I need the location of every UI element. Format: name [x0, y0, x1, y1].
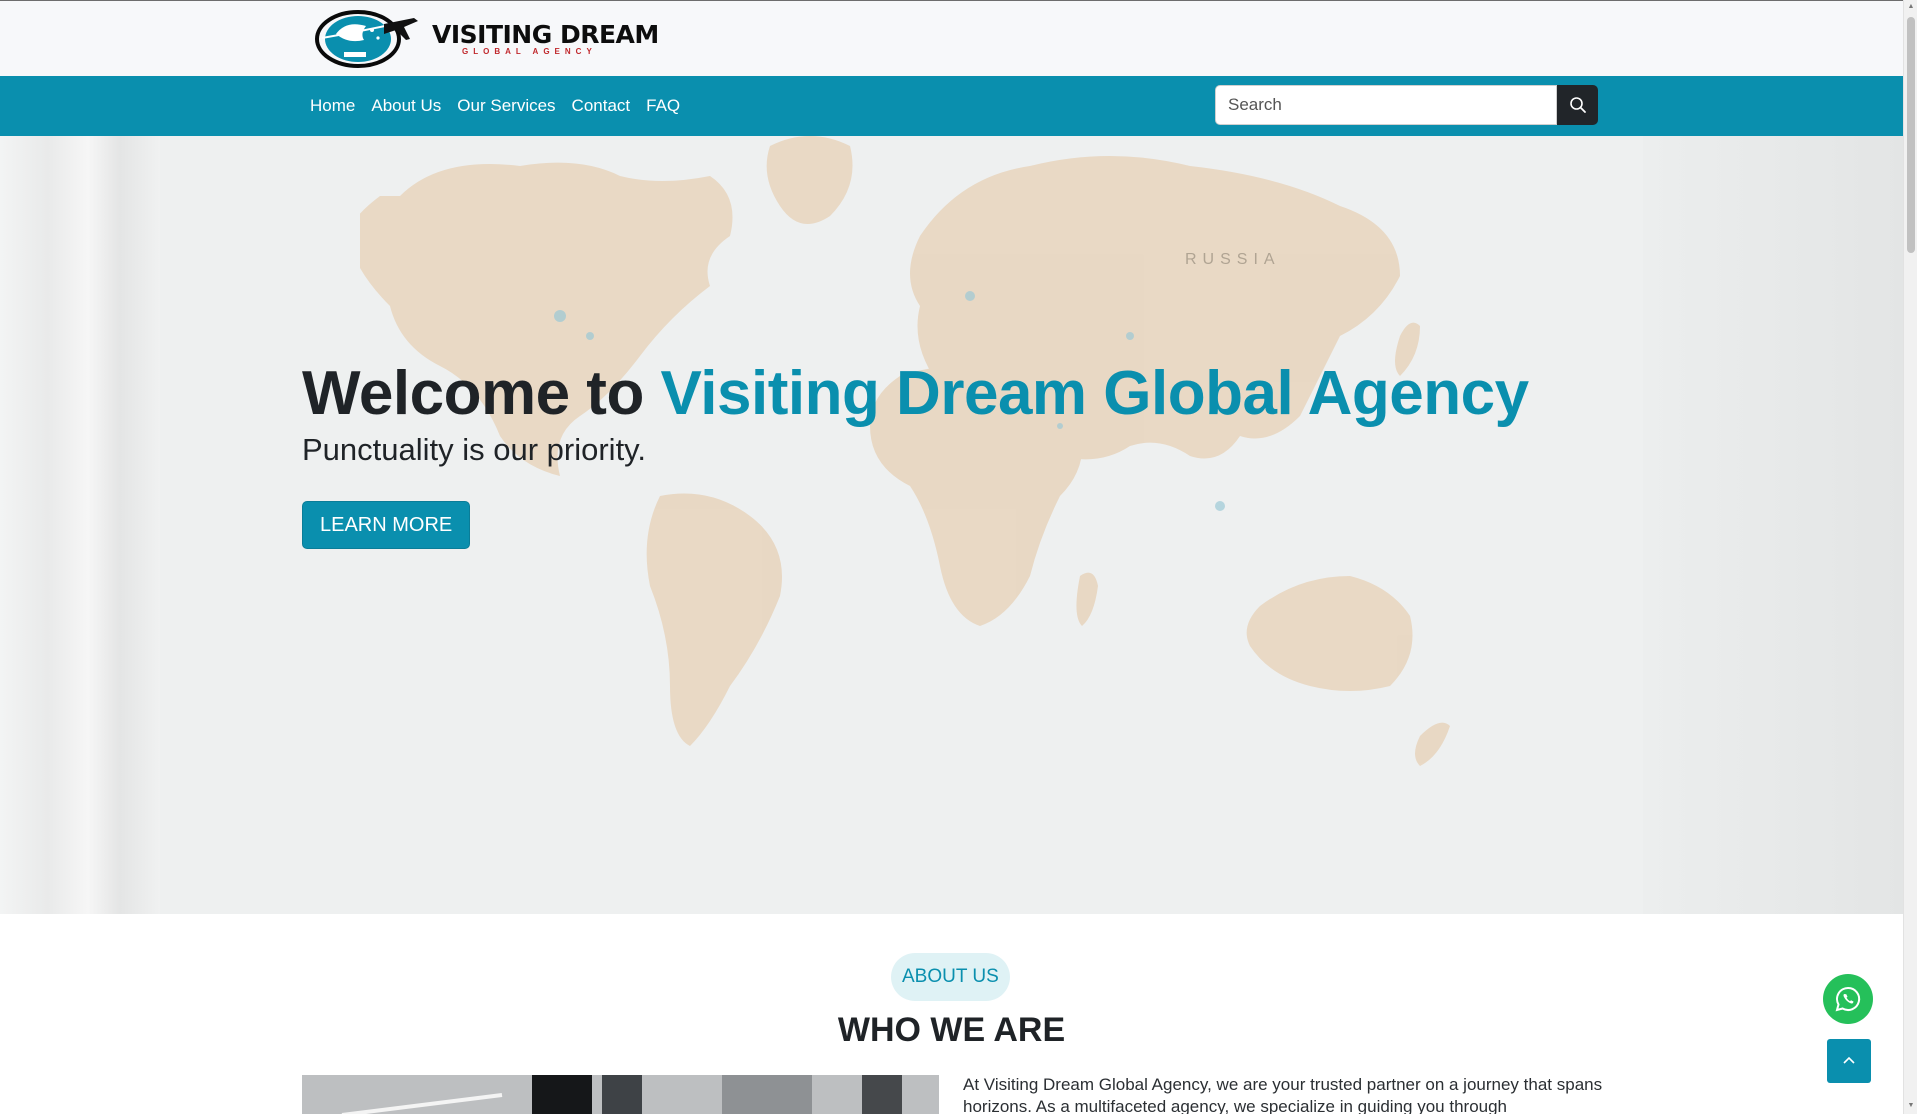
- nav-contact[interactable]: Contact: [564, 96, 639, 116]
- hero-title-prefix: Welcome to: [302, 359, 661, 428]
- nav-faq[interactable]: FAQ: [638, 96, 688, 116]
- nav-our-services[interactable]: Our Services: [449, 96, 563, 116]
- back-to-top-button[interactable]: [1827, 1039, 1871, 1083]
- scroll-up-arrow-icon[interactable]: ▲: [1907, 3, 1915, 11]
- hero-title-accent: Visiting Dream Global Agency: [660, 359, 1530, 428]
- scrollbar-thumb[interactable]: [1907, 17, 1915, 253]
- learn-more-button[interactable]: LEARN MORE: [302, 501, 471, 549]
- hero-wall-left: [0, 136, 160, 914]
- nav-about-us[interactable]: About Us: [363, 96, 449, 116]
- page-scrollbar[interactable]: ▲ ▼: [1903, 0, 1917, 1114]
- hero-wall-right: [1643, 136, 1903, 914]
- hero-section: RUSSIA Welcome to Visiting Dream Global …: [0, 136, 1903, 914]
- logo-tagline: GLOBAL AGENCY: [462, 47, 597, 56]
- nav-home[interactable]: Home: [302, 96, 363, 116]
- nav-links: Home About Us Our Services Contact FAQ: [302, 76, 688, 136]
- hero-title: Welcome to Visiting Dream Global Agency: [302, 358, 1529, 429]
- hero-subtitle: Punctuality is our priority.: [302, 432, 646, 467]
- search-input[interactable]: [1215, 85, 1557, 125]
- search-button[interactable]: [1557, 85, 1598, 125]
- about-title: WHO WE ARE: [837, 1011, 1066, 1049]
- about-badge: ABOUT US: [891, 953, 1010, 1001]
- search-icon: [1569, 97, 1586, 113]
- whatsapp-button[interactable]: [1823, 974, 1873, 1024]
- top-bar: VISITING DREAM GLOBAL AGENCY: [0, 0, 1903, 76]
- search-form: [1215, 85, 1598, 125]
- about-text: At Visiting Dream Global Agency, we are …: [963, 1075, 1603, 1114]
- main-navbar: Home About Us Our Services Contact FAQ: [0, 76, 1903, 136]
- scroll-down-arrow-icon[interactable]: ▼: [1907, 1102, 1915, 1110]
- office-image-graphic: [302, 1075, 939, 1114]
- whatsapp-icon: [1835, 986, 1861, 1012]
- logo-title: VISITING DREAM: [432, 20, 659, 49]
- globe-airplane-logo-icon: [315, 10, 418, 68]
- chevron-up-icon: [1843, 1056, 1855, 1064]
- site-logo[interactable]: VISITING DREAM GLOBAL AGENCY: [314, 9, 659, 69]
- about-office-image: [302, 1075, 939, 1114]
- map-label-russia: RUSSIA: [1185, 251, 1281, 268]
